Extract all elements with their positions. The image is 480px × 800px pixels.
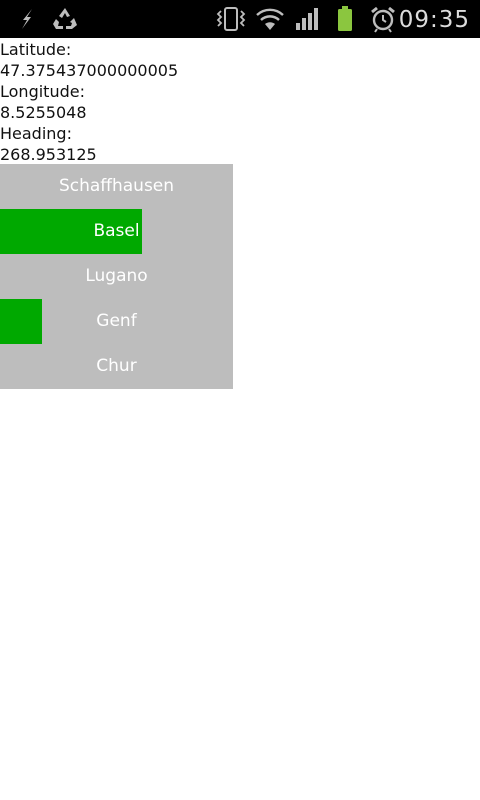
city-row-genf[interactable]: Genf [0, 299, 233, 344]
location-info: Latitude: 47.375437000000005 Longitude: … [0, 39, 480, 165]
city-row-schaffhausen[interactable]: Schaffhausen [0, 164, 233, 209]
signal-icon [292, 0, 322, 38]
heading-value: 268.953125 [0, 145, 97, 164]
wifi-icon [254, 0, 286, 38]
city-label: Genf [96, 311, 137, 331]
city-list: Schaffhausen Basel Lugano Genf Chur [0, 164, 233, 389]
status-clock: 09:35 [398, 7, 470, 33]
latitude-label: Latitude: [0, 40, 72, 59]
status-bar: 09:35 [0, 0, 480, 38]
city-label: Lugano [85, 266, 148, 286]
longitude-value: 8.5255048 [0, 103, 87, 122]
heading-label: Heading: [0, 124, 72, 143]
vibrate-icon [214, 0, 248, 38]
recycle-icon [48, 0, 82, 38]
city-label: Chur [96, 356, 137, 376]
city-row-chur[interactable]: Chur [0, 344, 233, 389]
city-label: Schaffhausen [58, 176, 175, 196]
city-label: Basel [93, 221, 140, 241]
latitude-value: 47.375437000000005 [0, 61, 179, 80]
longitude-label: Longitude: [0, 82, 85, 101]
city-row-lugano[interactable]: Lugano [0, 254, 233, 299]
city-row-basel[interactable]: Basel [0, 209, 233, 254]
battery-icon [332, 0, 358, 38]
flash-icon [12, 0, 42, 38]
alarm-icon [368, 0, 398, 38]
